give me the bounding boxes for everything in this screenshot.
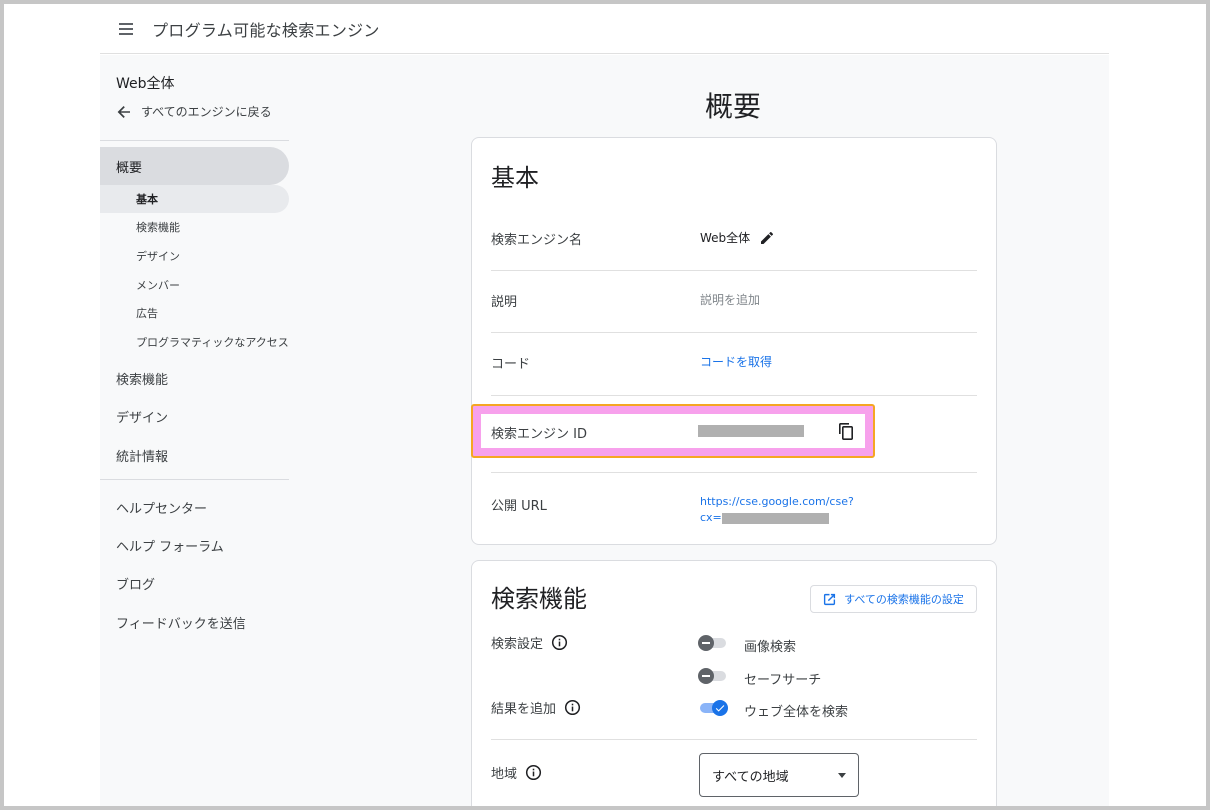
engine-name-value: Web全体 (700, 231, 751, 245)
public-url-line2: cx= (700, 510, 854, 526)
sidebar-item-help-forum[interactable]: ヘルプ フォーラム (116, 536, 224, 555)
region-select[interactable]: すべての地域 (699, 753, 859, 797)
row-divider (491, 739, 977, 740)
all-search-features-settings-button[interactable]: すべての検索機能の設定 (810, 585, 977, 613)
search-engine-id-highlight: 検索エンジン ID (471, 404, 875, 458)
search-entire-web-toggle[interactable] (698, 700, 728, 716)
sidebar-item-help-center[interactable]: ヘルプセンター (116, 498, 207, 517)
sidebar-item-statistics[interactable]: 統計情報 (116, 446, 168, 465)
toggle-knob (712, 700, 728, 716)
image-search-toggle[interactable] (698, 635, 728, 651)
basic-card-title: 基本 (491, 164, 539, 192)
info-icon[interactable] (551, 634, 568, 651)
row-divider (491, 332, 977, 333)
redacted-cx-value (721, 512, 829, 524)
description-add-placeholder[interactable]: 説明を追加 (700, 291, 760, 308)
back-to-engines-link[interactable]: すべてのエンジンに戻る (116, 103, 272, 120)
app-title: プログラム可能な検索エンジン (152, 20, 380, 40)
sidebar-subitem-basic[interactable]: 基本 (100, 185, 289, 213)
image-search-label: 画像検索 (744, 640, 797, 655)
sidebar-item-search-features[interactable]: 検索機能 (116, 369, 168, 388)
safe-search-toggle[interactable] (698, 668, 728, 684)
check-icon (715, 705, 725, 712)
public-url-cx-prefix: cx= (700, 511, 722, 524)
sidebar: Web全体 すべてのエンジンに戻る 概要 基本 検索機能 デザイン メンバー 広… (100, 55, 290, 806)
search-features-card: 検索機能 すべての検索機能の設定 検索設定 画像検索 セーフサーチ 結果を追加 (471, 560, 997, 810)
public-url-link[interactable]: https://cse.google.com/cse? cx= (700, 494, 854, 526)
safe-search-label: セーフサーチ (744, 673, 822, 688)
sidebar-item-blog[interactable]: ブログ (116, 574, 155, 593)
arrow-back-icon (117, 105, 130, 118)
info-icon[interactable] (564, 699, 581, 716)
edit-pencil-icon[interactable] (759, 230, 775, 246)
region-label-group: 地域 (491, 763, 542, 782)
get-code-link[interactable]: コードを取得 (700, 353, 772, 370)
search-engine-id-row: 検索エンジン ID (481, 414, 865, 448)
row-divider (491, 270, 977, 271)
row-divider (491, 472, 977, 473)
dropdown-arrow-icon (838, 773, 846, 778)
toggle-knob (698, 668, 714, 684)
open-in-new-icon (824, 593, 836, 605)
code-label: コード (491, 357, 531, 372)
description-label: 説明 (491, 295, 518, 310)
toggle-knob (698, 635, 714, 651)
engine-name-value-group: Web全体 (700, 229, 775, 246)
page-title: 概要 (705, 90, 762, 123)
sidebar-divider (100, 479, 289, 480)
row-divider (491, 395, 977, 396)
sidebar-subitem-members[interactable]: メンバー (100, 271, 289, 299)
region-select-value: すべての地域 (712, 769, 789, 785)
sidebar-subitem-design[interactable]: デザイン (100, 242, 289, 270)
menu-icon[interactable] (102, 5, 150, 53)
app-body: Web全体 すべてのエンジンに戻る 概要 基本 検索機能 デザイン メンバー 広… (100, 55, 1109, 810)
search-features-card-title: 検索機能 (491, 585, 587, 613)
search-engine-id-label: 検索エンジン ID (491, 427, 587, 442)
search-settings-label-group: 検索設定 (491, 633, 568, 652)
sidebar-item-overview[interactable]: 概要 (100, 147, 289, 185)
all-search-features-settings-label: すべての検索機能の設定 (844, 593, 964, 606)
sidebar-item-send-feedback[interactable]: フィードバックを送信 (116, 613, 246, 632)
public-url-line1: https://cse.google.com/cse? (700, 495, 854, 508)
engine-name-label: 検索エンジン名 (491, 233, 583, 248)
back-link-label: すべてのエンジンに戻る (141, 105, 272, 119)
add-results-label: 結果を追加 (491, 702, 557, 717)
search-entire-web-label: ウェブ全体を検索 (744, 705, 849, 720)
basic-card: 基本 検索エンジン名 Web全体 説明 説明を追加 コード コードを取得 公開 … (471, 137, 997, 545)
sidebar-subitem-search-features[interactable]: 検索機能 (100, 213, 289, 241)
top-app-bar: プログラム可能な検索エンジン (100, 4, 1109, 54)
redacted-search-engine-id (698, 425, 804, 437)
info-icon[interactable] (525, 764, 542, 781)
search-settings-label: 検索設定 (491, 637, 544, 652)
engine-name-heading: Web全体 (116, 76, 175, 92)
add-results-label-group: 結果を追加 (491, 698, 581, 717)
sidebar-divider (100, 140, 289, 141)
public-url-label: 公開 URL (491, 499, 547, 514)
sidebar-item-design[interactable]: デザイン (116, 407, 168, 426)
copy-icon[interactable] (837, 421, 855, 441)
region-label: 地域 (491, 767, 518, 782)
sidebar-subitem-ads[interactable]: 広告 (100, 299, 289, 327)
sidebar-subitem-programmatic-access[interactable]: プログラマティックなアクセス (100, 328, 289, 356)
